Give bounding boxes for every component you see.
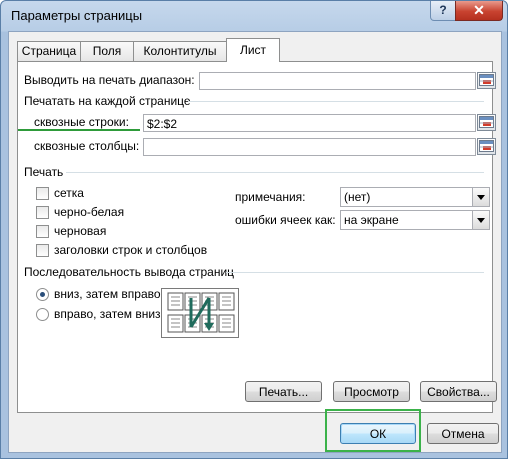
- dialog-body: Страница Поля Колонтитулы Лист Выводить …: [8, 31, 502, 453]
- page-order-group-label: Последовательность вывода страниц: [24, 265, 235, 279]
- columns-to-repeat-label: сквозные столбцы:: [34, 139, 140, 153]
- window-title: Параметры страницы: [11, 8, 143, 23]
- print-titles-group-label: Печатать на каждой странице: [24, 94, 191, 108]
- range-select-icon: [479, 74, 494, 86]
- page-order-diagram-icon: [167, 292, 235, 333]
- printer-properties-button[interactable]: Свойства...: [420, 381, 497, 402]
- sheet-tab-panel: Выводить на печать диапазон: Печатать на…: [17, 61, 497, 413]
- over-then-down-radio[interactable]: [36, 308, 49, 321]
- print-area-input[interactable]: [199, 72, 476, 90]
- cell-errors-dropdown[interactable]: на экране: [340, 210, 490, 230]
- draft-quality-checkbox[interactable]: [36, 225, 49, 238]
- close-button[interactable]: ✕: [455, 1, 503, 21]
- range-select-icon: [479, 116, 494, 128]
- tab-header-footer[interactable]: Колонтитулы: [133, 41, 227, 61]
- rows-highlight-underline: [18, 129, 140, 131]
- print-preview-button[interactable]: Просмотр: [333, 381, 410, 402]
- row-col-headings-checkbox[interactable]: [36, 244, 49, 257]
- over-then-down-label: вправо, затем вниз: [54, 307, 161, 321]
- page-setup-dialog: Параметры страницы ? ✕ Страница Поля Кол…: [0, 0, 508, 459]
- cancel-button[interactable]: Отмена: [427, 423, 499, 444]
- range-select-icon: [479, 140, 494, 152]
- black-white-label: черно-белая: [54, 205, 125, 219]
- tab-margins[interactable]: Поля: [80, 41, 134, 61]
- gridlines-label: сетка: [54, 186, 84, 200]
- columns-to-repeat-input[interactable]: [143, 138, 476, 156]
- rows-to-repeat-label: сквозные строки:: [34, 115, 129, 129]
- comments-dropdown[interactable]: (нет): [340, 187, 490, 207]
- title-bar[interactable]: Параметры страницы ? ✕: [1, 1, 507, 31]
- draft-quality-label: черновая: [54, 224, 107, 238]
- group-divider: [188, 101, 484, 102]
- print-group-label: Печать: [24, 165, 64, 179]
- ok-button[interactable]: ОК: [340, 423, 416, 444]
- chevron-down-icon: [472, 211, 489, 229]
- help-button[interactable]: ?: [430, 1, 456, 21]
- row-col-headings-label: заголовки строк и столбцов: [54, 243, 208, 257]
- group-divider: [66, 172, 484, 173]
- group-divider: [226, 272, 484, 273]
- gridlines-checkbox[interactable]: [36, 187, 49, 200]
- print-area-collapse-button[interactable]: [477, 72, 496, 89]
- black-white-checkbox[interactable]: [36, 206, 49, 219]
- comments-value: (нет): [344, 190, 371, 204]
- rows-to-repeat-input[interactable]: $2:$2: [143, 114, 476, 132]
- columns-collapse-button[interactable]: [477, 138, 496, 155]
- tab-sheet[interactable]: Лист: [226, 38, 280, 62]
- down-then-over-radio[interactable]: [36, 288, 49, 301]
- print-area-label: Выводить на печать диапазон:: [24, 73, 195, 87]
- rows-collapse-button[interactable]: [477, 114, 496, 131]
- tab-page[interactable]: Страница: [17, 41, 81, 61]
- comments-label: примечания:: [235, 190, 306, 204]
- cell-errors-value: на экране: [344, 213, 399, 227]
- chevron-down-icon: [472, 188, 489, 206]
- page-order-preview: [161, 288, 239, 338]
- cell-errors-label: ошибки ячеек как:: [235, 213, 336, 227]
- print-button[interactable]: Печать...: [245, 381, 322, 402]
- down-then-over-label: вниз, затем вправо: [54, 287, 161, 301]
